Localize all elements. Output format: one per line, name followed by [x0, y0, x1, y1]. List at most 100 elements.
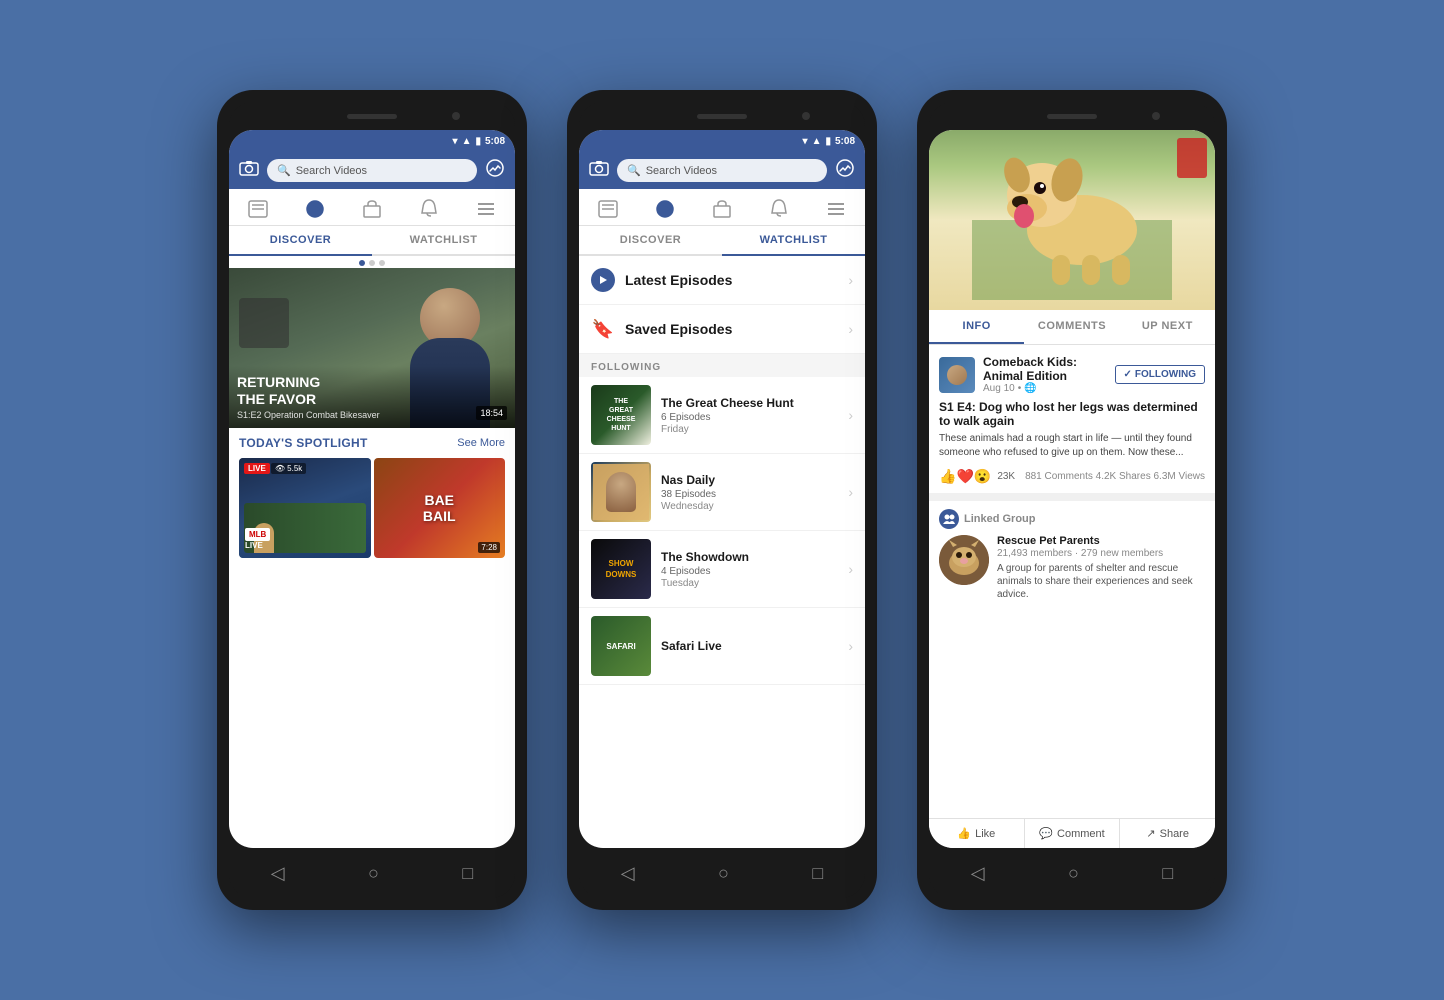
show-info-cheese: The Great Cheese Hunt 6 Episodes Friday [651, 396, 848, 435]
wifi-icon: ▾ [453, 136, 458, 147]
chevron-showdown: › [848, 561, 853, 577]
tab-icon-news[interactable] [240, 197, 276, 221]
messenger-icon-1[interactable] [485, 158, 505, 183]
phone-3-device: INFO COMMENTS UP NEXT Comeback K [917, 90, 1227, 910]
recent-button-1[interactable]: □ [462, 863, 473, 884]
show-info-nas: Nas Daily 38 Episodes Wednesday [651, 473, 848, 512]
latest-episodes-row[interactable]: Latest Episodes › [579, 256, 865, 305]
show-episodes-showdown: 4 Episodes [661, 566, 838, 577]
tab-discover-1[interactable]: DISCOVER [229, 226, 372, 256]
comment-button[interactable]: 💬 Comment [1025, 819, 1121, 848]
chevron-latest: › [848, 272, 853, 288]
hero-video-1[interactable]: RETURNINGTHE FAVOR S1:E2 Operation Comba… [229, 268, 515, 428]
back-button-3[interactable]: ◁ [971, 863, 985, 884]
see-more-button[interactable]: See More [457, 437, 505, 449]
following-section-label: FOLLOWING [579, 354, 865, 377]
camera-icon[interactable] [239, 160, 259, 181]
share-button[interactable]: ↗ Share [1120, 819, 1215, 848]
mlb-logo: MLB LIVE [245, 528, 270, 550]
messenger-icon-2[interactable] [835, 158, 855, 183]
tab-icon-watch[interactable] [297, 197, 333, 221]
dot-2 [369, 260, 375, 266]
search-placeholder-1: Search Videos [296, 165, 367, 177]
phone-1-screen: ▾ ▲ ▮ 5:08 🔍 Search Videos [229, 130, 515, 848]
tab-watchlist-1[interactable]: WATCHLIST [372, 226, 515, 254]
tab-discover-2[interactable]: DISCOVER [579, 226, 722, 254]
show-item-cheese[interactable]: THEGREATCHEESEHUNT The Great Cheese Hunt… [579, 377, 865, 454]
visibility-icon: 🌐 [1024, 383, 1036, 394]
spotlight-item-live[interactable]: LIVE 👁 5.5k MLB LIVE [239, 458, 371, 558]
tab-up-next[interactable]: UP NEXT [1120, 310, 1215, 344]
back-button-2[interactable]: ◁ [621, 863, 635, 884]
tab-icon-notifications-2[interactable] [761, 197, 797, 221]
comment-icon: 💬 [1039, 827, 1053, 840]
views-badge: 👁 5.5k [271, 463, 306, 474]
views-count-post: 6.3M Views [1153, 471, 1205, 482]
time-display-2: 5:08 [835, 136, 855, 147]
shares-count: 4.2K Shares [1096, 471, 1151, 482]
search-bar-2[interactable]: 🔍 Search Videos [617, 159, 827, 182]
camera-icon-2[interactable] [589, 160, 609, 181]
video-hero-3[interactable] [929, 130, 1215, 310]
spotlight-grid: LIVE 👁 5.5k MLB LIVE BAEBAIL 7:28 [229, 458, 515, 568]
show-episodes-nas: 38 Episodes [661, 489, 838, 500]
home-button-3[interactable]: ○ [1068, 863, 1079, 884]
speaker-grille-3 [1047, 114, 1097, 119]
back-button-1[interactable]: ◁ [271, 863, 285, 884]
recent-button-3[interactable]: □ [1162, 863, 1173, 884]
post-title-info: Comeback Kids: Animal Edition Aug 10 • 🌐 [983, 355, 1107, 394]
live-badge: LIVE [244, 463, 270, 474]
nav-bar-1: 🔍 Search Videos [229, 152, 515, 189]
tab-icon-menu-2[interactable] [818, 197, 854, 221]
battery-icon: ▮ [475, 136, 481, 147]
group-avatar [939, 535, 989, 585]
show-item-safari[interactable]: SAFARI Safari Live › [579, 608, 865, 685]
saved-episodes-label: Saved Episodes [625, 321, 732, 337]
linked-group-card[interactable]: Rescue Pet Parents 21,493 members · 279 … [939, 535, 1205, 601]
tab-icon-watch-2[interactable] [647, 197, 683, 221]
nav-bar-2: 🔍 Search Videos [579, 152, 865, 189]
spotlight-item-bae[interactable]: BAEBAIL 7:28 [374, 458, 506, 558]
phone-bottom-nav-2: ◁ ○ □ [579, 848, 865, 898]
like-button[interactable]: 👍 Like [929, 819, 1025, 848]
tab-icon-marketplace[interactable] [354, 197, 390, 221]
show-name-cheese: The Great Cheese Hunt [661, 396, 838, 410]
show-thumb-safari: SAFARI [591, 616, 651, 676]
hero-overlay: RETURNINGTHE FAVOR S1:E2 Operation Comba… [229, 366, 515, 428]
info-tabs-3: INFO COMMENTS UP NEXT [929, 310, 1215, 345]
tab-watchlist-2[interactable]: WATCHLIST [722, 226, 865, 256]
info-scroll: Comeback Kids: Animal Edition Aug 10 • 🌐… [929, 345, 1215, 818]
phone-3-top [929, 102, 1215, 130]
home-button-2[interactable]: ○ [718, 863, 729, 884]
phone-2-screen: ▾ ▲ ▮ 5:08 🔍 Search Videos [579, 130, 865, 848]
phone-3: INFO COMMENTS UP NEXT Comeback K [917, 90, 1227, 910]
share-label: Share [1160, 828, 1189, 840]
search-bar-1[interactable]: 🔍 Search Videos [267, 159, 477, 182]
reactions-row: 👍 ❤️ 😮 23K 881 Comments 4.2K Shares 6.3M… [939, 468, 1205, 485]
latest-episodes-label: Latest Episodes [625, 272, 732, 288]
front-camera-2 [802, 112, 810, 120]
wifi-icon-2: ▾ [803, 136, 808, 147]
tab-icon-marketplace-2[interactable] [704, 197, 740, 221]
group-info: Rescue Pet Parents 21,493 members · 279 … [997, 535, 1205, 601]
like-icon: 👍 [957, 827, 971, 840]
time-display: 5:08 [485, 136, 505, 147]
tab-icon-notifications[interactable] [411, 197, 447, 221]
recent-button-2[interactable]: □ [812, 863, 823, 884]
reactions-stats: 881 Comments 4.2K Shares 6.3M Views [1025, 471, 1205, 482]
spotlight-title: TODAY'S SPOTLIGHT [239, 436, 368, 450]
show-day-cheese: Friday [661, 424, 838, 435]
following-button[interactable]: ✓ FOLLOWING [1115, 365, 1206, 384]
phone-3-screen: INFO COMMENTS UP NEXT Comeback K [929, 130, 1215, 848]
like-label: Like [975, 828, 995, 840]
speaker-grille [347, 114, 397, 119]
tab-comments[interactable]: COMMENTS [1024, 310, 1119, 344]
tab-icon-news-2[interactable] [590, 197, 626, 221]
phone-2-device: ▾ ▲ ▮ 5:08 🔍 Search Videos [567, 90, 877, 910]
show-item-nas[interactable]: Nas Daily 38 Episodes Wednesday › [579, 454, 865, 531]
tab-info[interactable]: INFO [929, 310, 1024, 344]
show-item-showdown[interactable]: SHOWDOWNS The Showdown 4 Episodes Tuesda… [579, 531, 865, 608]
home-button-1[interactable]: ○ [368, 863, 379, 884]
tab-icon-menu[interactable] [468, 197, 504, 221]
saved-episodes-row[interactable]: 🔖 Saved Episodes › [579, 305, 865, 354]
